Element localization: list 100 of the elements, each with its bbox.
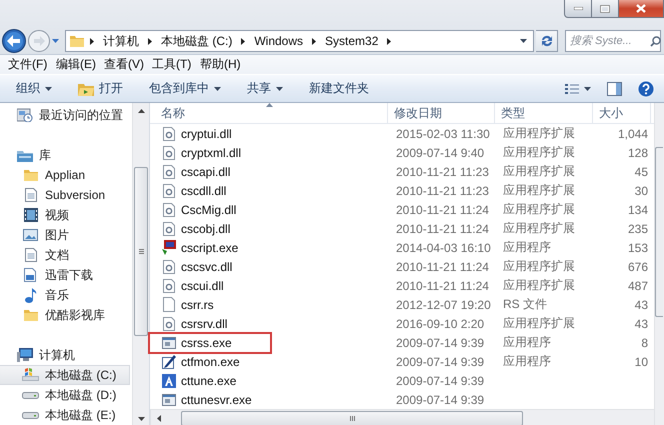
toolbar-button[interactable]: 组织	[8, 77, 60, 100]
window-icon	[162, 336, 176, 348]
file-type: 应用程序扩展	[502, 315, 576, 332]
file-type: 应用程序扩展	[502, 125, 576, 142]
caret-icon	[52, 39, 59, 43]
menu-item[interactable]: 工具(T)	[148, 56, 192, 73]
scroll-thumb[interactable]	[181, 411, 523, 425]
nav-item[interactable]: 本地磁盘 (C:)	[0, 365, 130, 385]
nav-item[interactable]: 迅雷下载	[0, 265, 130, 285]
file-name[interactable]: cscript.exe	[181, 240, 238, 254]
nav-item[interactable]: 本地磁盘 (D:)	[0, 385, 130, 405]
file-size: 43	[634, 298, 649, 312]
file-name[interactable]: csrr.rs	[181, 298, 214, 312]
nav-item[interactable]: 视频	[0, 205, 130, 225]
minimize-button[interactable]	[564, 0, 592, 18]
file-size: 10	[634, 354, 649, 368]
file-name[interactable]: cscsvc.dll	[181, 260, 232, 274]
history-dropdown[interactable]	[52, 39, 59, 43]
back-button[interactable]	[2, 29, 26, 53]
nav-item[interactable]: 文档	[0, 245, 130, 265]
file-name[interactable]: cscdll.dll	[181, 184, 226, 198]
file-size: 128	[626, 146, 649, 160]
toolbar-button[interactable]: 新建文件夹	[301, 77, 377, 100]
nav-item[interactable]: 计算机	[0, 345, 130, 365]
chevron-icon	[312, 38, 316, 44]
file-size: 1,044	[616, 126, 649, 140]
file-name[interactable]: cttunesvr.exe	[181, 392, 252, 406]
gear-file-icon	[163, 222, 175, 236]
file-name[interactable]: cryptxml.dll	[181, 146, 242, 160]
nav-item[interactable]: 本地磁盘 (E:)	[0, 405, 130, 425]
close-icon	[636, 4, 646, 13]
nav-item[interactable]: Applian	[0, 165, 130, 185]
caret-icon	[276, 86, 283, 90]
breadcrumb[interactable]: System32	[322, 34, 382, 48]
file-name[interactable]: cscui.dll	[181, 278, 224, 292]
nav-item[interactable]: 音乐	[0, 285, 130, 305]
modified-date: 2009-07-14 9:39	[395, 374, 486, 388]
menu-item[interactable]: 帮助(H)	[196, 56, 240, 73]
modified-date: 2010-11-21 11:24	[395, 278, 490, 292]
breadcrumb[interactable]: Windows	[251, 34, 306, 48]
file-type: 应用程序扩展	[502, 258, 576, 275]
modified-date: 2009-07-14 9:39	[395, 392, 486, 406]
file-name[interactable]: cscapi.dll	[181, 164, 230, 178]
scroll-thumb[interactable]	[134, 167, 148, 336]
vertical-scrollbar[interactable]	[132, 103, 149, 425]
file-type: 应用程序扩展	[502, 144, 576, 161]
recent-places-icon	[16, 108, 32, 122]
menu-item[interactable]: 文件(F)	[4, 56, 48, 73]
toolbar-button[interactable]: 共享	[239, 77, 291, 100]
modified-date: 2009-07-14 9:40	[395, 146, 486, 160]
file-size: 30	[634, 184, 649, 198]
folder-icon	[24, 169, 38, 181]
maximize-button[interactable]	[592, 0, 619, 18]
nav-item[interactable]: 图片	[0, 225, 130, 245]
file-type: 应用程序扩展	[502, 182, 576, 199]
gear-file-icon	[163, 164, 175, 178]
file-name[interactable]: ctfmon.exe	[181, 354, 240, 368]
refresh-button[interactable]	[536, 30, 558, 52]
file-name[interactable]: csrss.exe	[181, 336, 232, 350]
picture-icon	[23, 229, 38, 241]
menu-item[interactable]: 查看(V)	[100, 56, 144, 73]
nav-item[interactable]: 最近访问的位置	[0, 105, 130, 125]
chevron-icon	[148, 38, 152, 44]
nav-item[interactable]: 库	[0, 145, 130, 165]
search-field[interactable]: 搜索 Syste...	[565, 30, 661, 52]
document-icon	[24, 268, 37, 282]
file-size: 235	[626, 222, 649, 236]
vertical-scrollbar[interactable]	[654, 103, 664, 425]
sort-arrow-icon	[266, 103, 272, 107]
chevron-icon	[90, 38, 94, 44]
close-button[interactable]	[619, 0, 664, 18]
file-name[interactable]: CscMig.dll	[181, 202, 236, 216]
search-icon	[650, 36, 661, 46]
file-name[interactable]: csrsrv.dll	[181, 316, 228, 330]
folder-icon	[24, 309, 38, 321]
file-type: 应用程序扩展	[502, 201, 576, 218]
file-size: 134	[626, 202, 649, 216]
toolbar-button[interactable]: 打开	[70, 77, 131, 100]
breadcrumb[interactable]: 本地磁盘 (C:)	[158, 32, 236, 50]
nav-item[interactable]: Subversion	[0, 185, 130, 205]
toolbar-button[interactable]: 包含到库中	[141, 77, 229, 100]
caret-icon	[214, 86, 221, 90]
file-name[interactable]: cscobj.dll	[181, 222, 230, 236]
chevron-icon	[241, 38, 246, 44]
horizontal-scrollbar[interactable]	[150, 409, 654, 425]
music-note-icon	[24, 288, 36, 302]
nav-item[interactable]: 优酷影视库	[0, 305, 130, 325]
modified-date: 2009-07-14 9:39	[395, 354, 486, 368]
modified-date: 2010-11-21 11:23	[395, 184, 490, 198]
caret-icon	[520, 39, 527, 43]
folder-icon	[70, 35, 84, 47]
window-icon	[162, 394, 176, 406]
menu-item[interactable]: 编辑(E)	[52, 56, 96, 73]
modified-date: 2012-12-07 19:20	[395, 298, 492, 312]
breadcrumb[interactable]: 计算机	[100, 32, 142, 50]
file-name[interactable]: cryptui.dll	[181, 126, 232, 140]
grip-icon	[138, 249, 144, 254]
address-field[interactable]: 计算机 本地磁盘 (C:) Windows System32	[65, 30, 534, 52]
file-name[interactable]: cttune.exe	[181, 374, 236, 388]
scroll-arrow-icon	[157, 414, 161, 422]
